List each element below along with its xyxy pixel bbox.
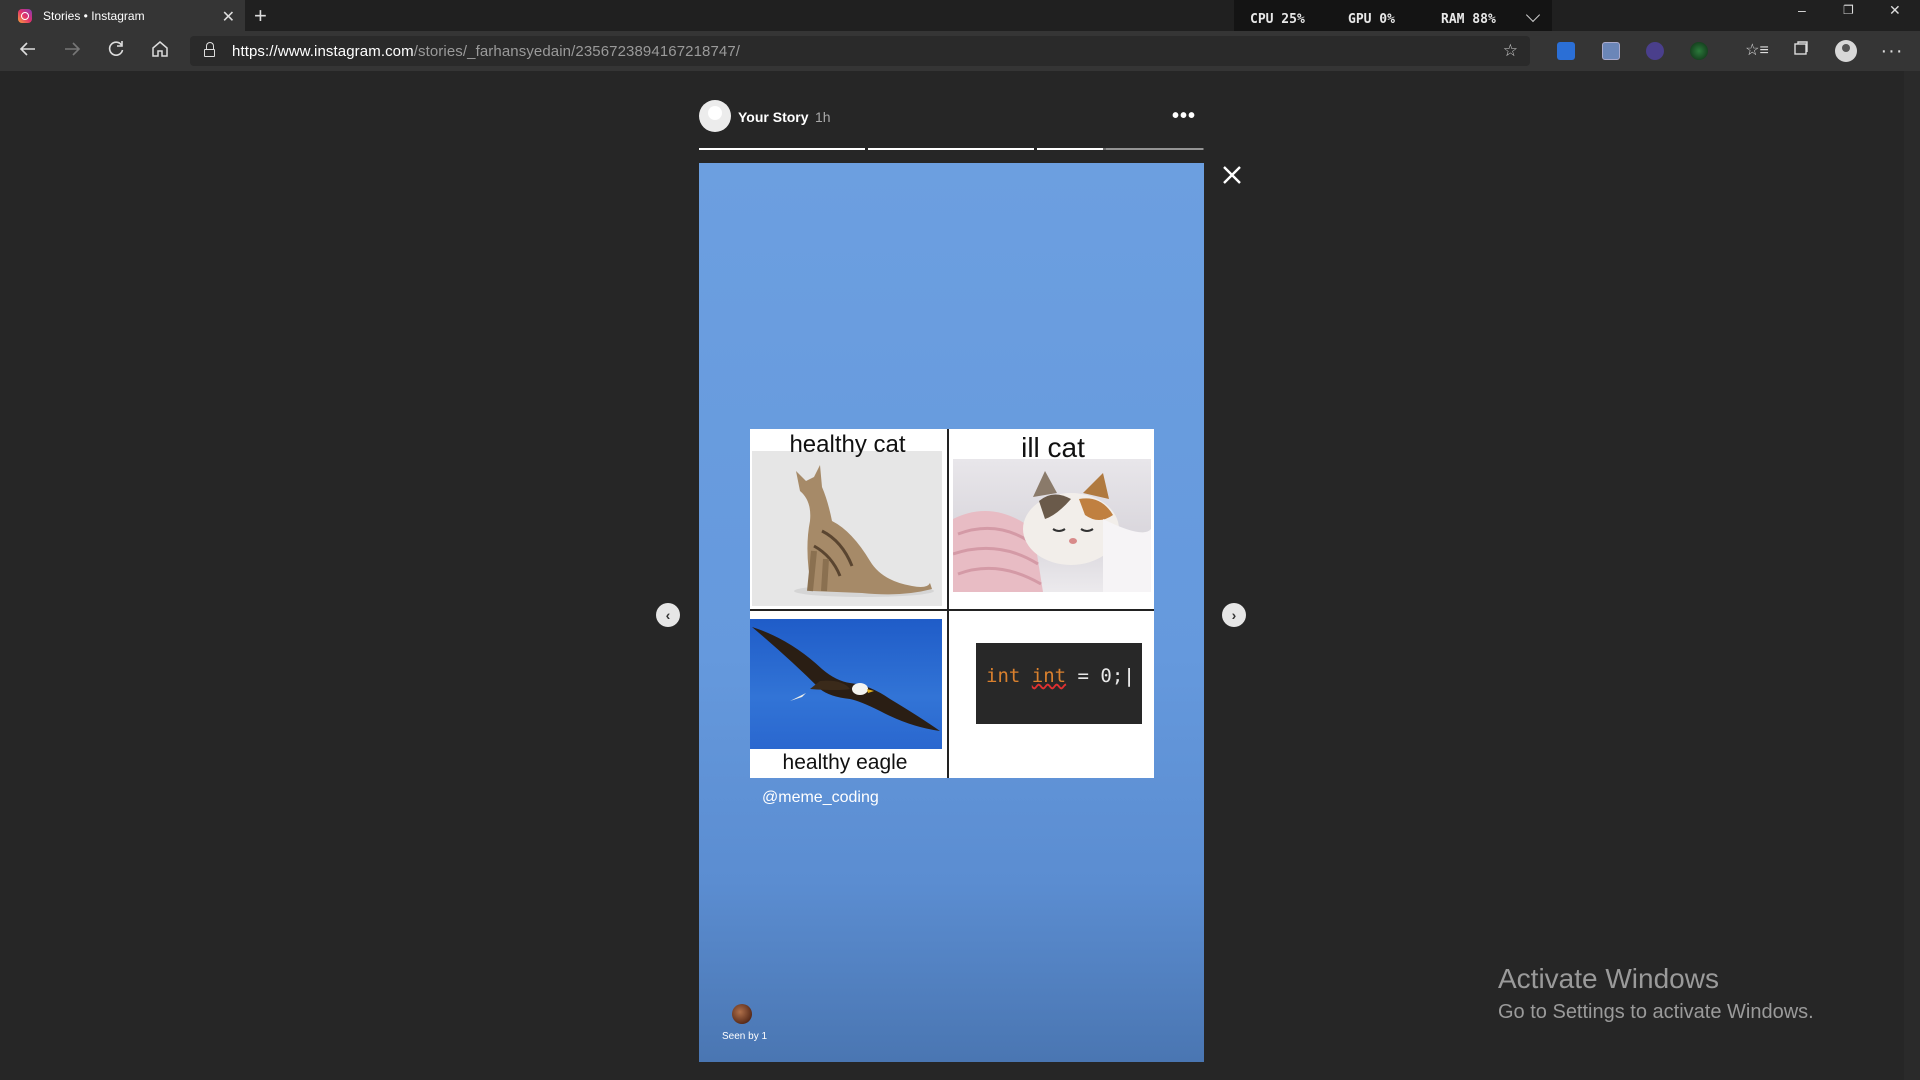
close-story-icon[interactable] xyxy=(1219,164,1245,190)
new-tab-button[interactable]: + xyxy=(254,3,267,29)
watermark-subtitle: Go to Settings to activate Windows. xyxy=(1498,1001,1814,1023)
meme-image: healthy cat ill cat healthy eagle int in… xyxy=(750,429,1154,778)
next-story-icon[interactable]: › xyxy=(1222,603,1246,627)
progress-fill xyxy=(699,148,865,150)
minimize-button[interactable]: – xyxy=(1798,2,1806,18)
tab-bar: Stories • Instagram ✕ + xyxy=(0,0,1920,31)
settings-more-icon[interactable]: ··· xyxy=(1880,39,1904,63)
favorite-star-icon[interactable]: ☆ xyxy=(1503,41,1518,61)
forward-arrow-icon[interactable] xyxy=(60,39,84,63)
story-progress-4 xyxy=(1106,148,1204,150)
more-options-icon[interactable]: ••• xyxy=(1172,105,1196,128)
ram-usage: RAM 88% xyxy=(1441,12,1496,27)
url-text: https://www.instagram.com/stories/_farha… xyxy=(232,43,740,60)
watermark-title: Activate Windows xyxy=(1498,963,1719,994)
viewer-avatar[interactable] xyxy=(732,1004,752,1024)
text-cursor: | xyxy=(1123,665,1135,687)
refresh-icon[interactable] xyxy=(104,39,128,63)
home-icon[interactable] xyxy=(148,39,172,63)
tab-close-icon[interactable]: ✕ xyxy=(222,7,235,27)
meme-divider-horizontal xyxy=(750,609,1154,611)
label-healthy-eagle: healthy eagle xyxy=(782,751,908,774)
story-timestamp: 1h xyxy=(815,109,831,125)
chevron-down-icon[interactable] xyxy=(1525,7,1541,23)
meme-divider-vertical xyxy=(947,429,949,778)
favorites-icon[interactable]: ☆≡ xyxy=(1745,39,1769,63)
progress-fill xyxy=(868,148,1034,150)
label-healthy-cat: healthy cat xyxy=(789,431,906,458)
code-line: int int = 0;| xyxy=(986,665,1135,687)
url-path: /stories/_farhansyedain/2356723894167218… xyxy=(413,43,741,60)
story-progress-2 xyxy=(868,148,1034,150)
code-snippet: int int = 0;| xyxy=(976,643,1142,724)
code-keyword: int xyxy=(986,665,1021,687)
purple-extension-icon[interactable] xyxy=(1646,42,1664,60)
windows-activation-watermark: Activate Windows Go to Settings to activ… xyxy=(1498,963,1814,1024)
address-bar-row: https://www.instagram.com/stories/_farha… xyxy=(0,31,1920,71)
gpu-usage: GPU 0% xyxy=(1348,12,1395,27)
profile-avatar-icon[interactable] xyxy=(1835,40,1857,62)
lock-icon[interactable] xyxy=(204,42,215,57)
seen-by-label[interactable]: Seen by 1 xyxy=(722,1031,767,1042)
instagram-favicon-icon xyxy=(18,8,32,23)
mention-sticker[interactable]: @meme_coding xyxy=(762,789,879,807)
collections-icon[interactable] xyxy=(1789,39,1813,63)
tab-title: Stories • Instagram xyxy=(43,8,145,23)
progress-fill xyxy=(1037,148,1104,150)
previous-story-icon[interactable]: ‹ xyxy=(656,603,680,627)
back-arrow-icon[interactable] xyxy=(16,39,40,63)
green-extension-icon[interactable] xyxy=(1690,42,1708,60)
restore-button[interactable]: ❐ xyxy=(1843,3,1854,17)
tab-instagram-stories[interactable]: Stories • Instagram ✕ xyxy=(0,0,245,31)
reader-extension-icon[interactable] xyxy=(1602,42,1620,60)
ill-cat-photo xyxy=(953,459,1151,592)
code-identifier: int xyxy=(1031,665,1067,687)
story-header: Your Story 1h ••• xyxy=(699,100,1204,134)
story-username[interactable]: Your Story xyxy=(738,109,809,125)
url-field[interactable]: https://www.instagram.com/stories/_farha… xyxy=(190,36,1530,66)
translate-extension-icon[interactable] xyxy=(1557,42,1575,60)
healthy-cat-photo xyxy=(752,451,942,606)
close-window-button[interactable]: ✕ xyxy=(1889,2,1901,19)
healthy-eagle-photo xyxy=(750,619,942,749)
story-progress-1 xyxy=(699,148,865,150)
code-rest: = 0; xyxy=(1066,665,1124,687)
avatar[interactable] xyxy=(699,100,731,132)
cpu-usage: CPU 25% xyxy=(1250,12,1305,27)
scrollbar[interactable] xyxy=(1904,71,1920,1080)
url-host: https://www.instagram.com xyxy=(232,43,414,60)
